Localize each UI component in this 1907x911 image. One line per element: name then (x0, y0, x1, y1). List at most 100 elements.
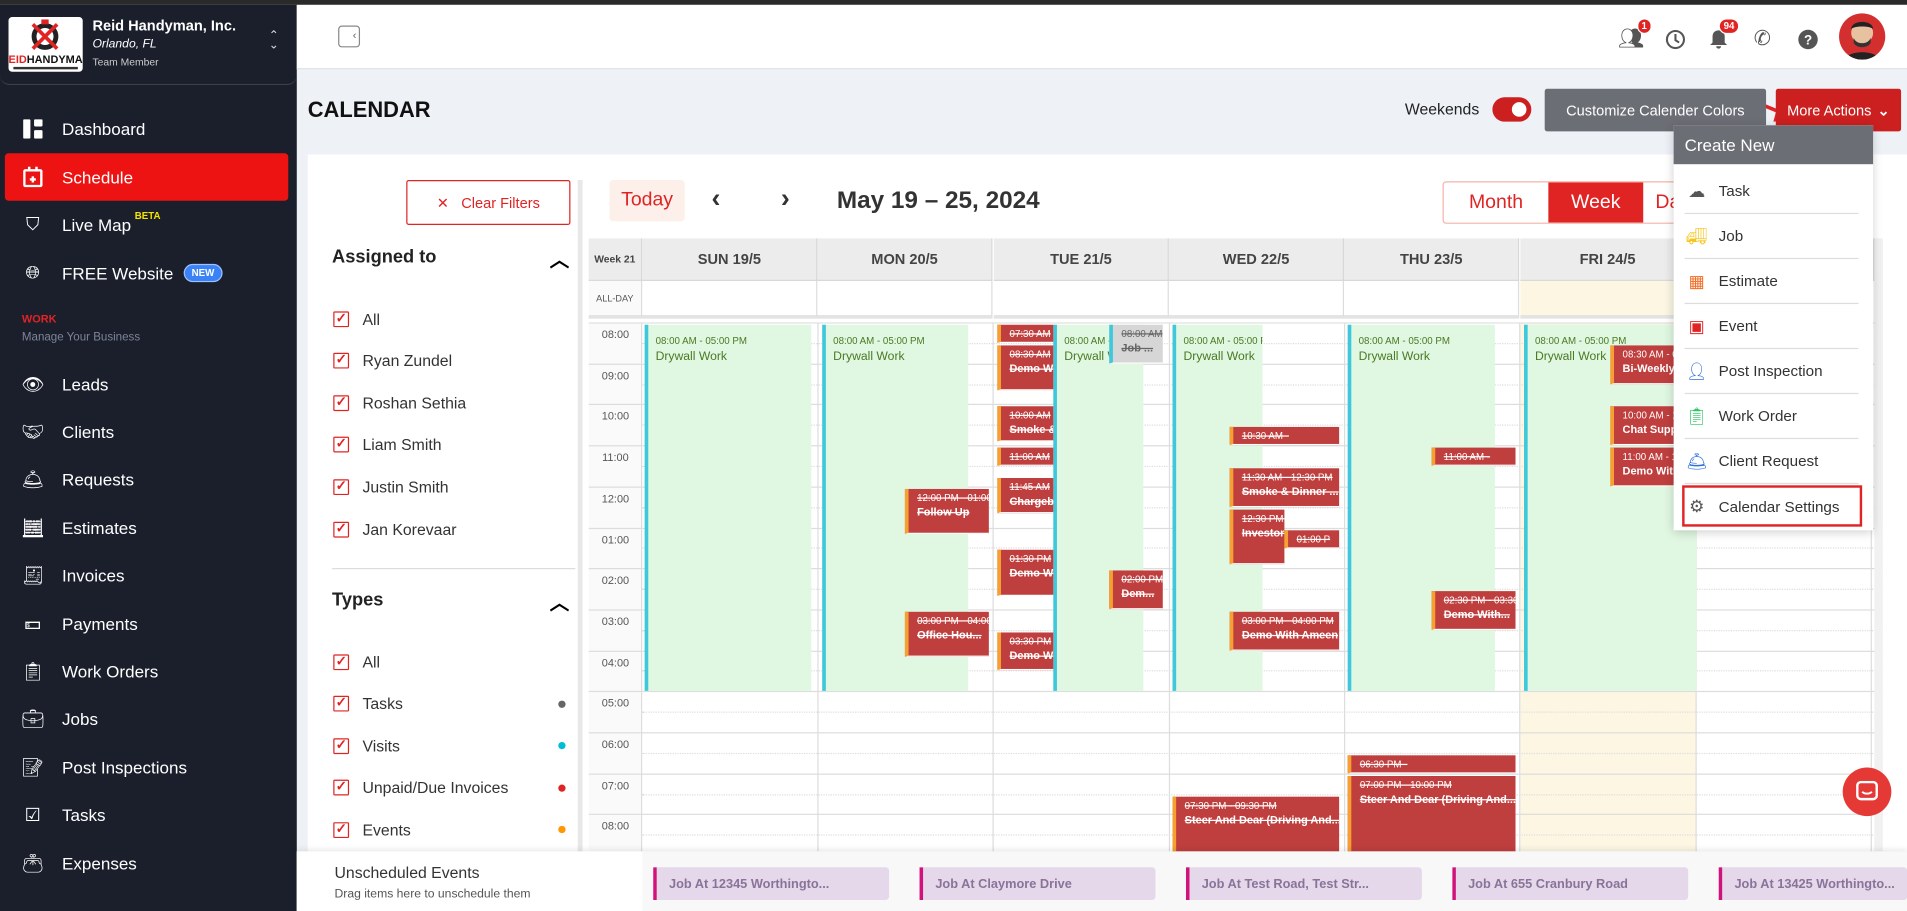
sidebar-item-work-orders[interactable]: 📋︎ Work Orders (5, 648, 288, 695)
day-header[interactable]: MON 20/5 (817, 238, 993, 281)
company-switcher[interactable]: REIDHANDYMAN Reid Handyman, Inc. Orlando… (0, 5, 297, 86)
sidebar-item-live-map[interactable]: ⛉ Live Map BETA (5, 201, 288, 248)
checkbox-checked[interactable]: ✓ (333, 437, 350, 453)
clock-icon[interactable] (1661, 26, 1688, 53)
sidebar-item-leads[interactable]: 👁︎ Leads (5, 360, 288, 407)
checkbox-checked[interactable]: ✓ (333, 695, 350, 712)
checkbox-checked[interactable]: ✓ (333, 737, 350, 754)
calendar-event[interactable]: 07:00 PM - 10:00 PM Steer And Dear (Drivi… (1347, 775, 1516, 852)
calendar-event[interactable]: 10:00 AM Smoke & (997, 406, 1054, 442)
checkbox-checked[interactable]: ✓ (333, 653, 350, 670)
checkbox-checked[interactable]: ✓ (333, 310, 350, 327)
day-header[interactable]: SUN 19/5 (642, 238, 818, 281)
menu-item-work-order[interactable]: 📋︎ Work Order (1684, 394, 1859, 440)
sidebar-item-clients[interactable]: 🤝︎ Clients (5, 408, 288, 455)
visit-event[interactable]: 08:00 AM - 05:00 PMDrywall Work (644, 324, 812, 692)
unscheduled-item[interactable]: Job At 655 Cranbury Road (1452, 867, 1689, 901)
checkbox-checked[interactable]: ✓ (333, 394, 350, 411)
type-filter-item[interactable]: ✓ Tasks (333, 694, 576, 713)
calendar-event[interactable]: 08:00 AM Job ... (1109, 324, 1163, 364)
clear-filters-button[interactable]: ✕ Clear Filters (406, 180, 571, 226)
menu-item-client-request[interactable]: 🛎︎ Client Request (1684, 439, 1859, 485)
calendar-event[interactable]: 12:00 PM - 01:00 Follow Up (904, 488, 989, 535)
day-header[interactable]: WED 22/5 (1168, 238, 1345, 281)
calendar-event[interactable]: 12:30 PM - 02:00 PM Investor V (1229, 509, 1285, 565)
sidebar-item-schedule[interactable]: Schedule (4, 153, 289, 201)
filters-scrollbar[interactable] (577, 180, 583, 852)
sidebar-item-payments[interactable]: 💵︎ Payments (5, 600, 288, 647)
menu-item-job[interactable]: 🚚︎ Job (1684, 214, 1859, 260)
all-day-cell[interactable] (993, 280, 1170, 319)
sidebar-item-requests[interactable]: 🛎︎ Requests (5, 456, 288, 503)
all-day-cell[interactable] (642, 280, 818, 319)
sidebar-toggle-icon[interactable]: ‹ (338, 25, 361, 48)
calendar-event[interactable]: 11:30 AM - 12:30 PM Smoke & Dinner ... (1229, 468, 1340, 507)
calendar-event[interactable]: 03:00 PM - 04:00 PM Demo With Ameen (1229, 611, 1340, 651)
visit-event[interactable]: 08:00 AM - 05:00 PMDrywall Work (1053, 324, 1144, 692)
calendar-event[interactable]: 07:30 AM (997, 324, 1054, 343)
assigned-filter-item[interactable]: ✓ Justin Smith (333, 477, 576, 496)
sidebar-item-dashboard[interactable]: Dashboard (5, 105, 288, 152)
type-filter-item[interactable]: ✓ All (333, 652, 576, 671)
checkbox-checked[interactable]: ✓ (333, 780, 350, 796)
sidebar-item-tasks[interactable]: ☑︎ Tasks (5, 791, 288, 838)
assigned-filter-item[interactable]: ✓ All (333, 309, 576, 328)
menu-item-post-inspection[interactable]: 👤︎ Post Inspection (1684, 349, 1859, 395)
day-header[interactable]: TUE 21/5 (993, 238, 1170, 281)
sidebar-item-jobs[interactable]: 💼︎ Jobs (5, 695, 288, 742)
all-day-cell[interactable] (1344, 280, 1520, 319)
calendar-event[interactable]: 07:30 PM - 09:30 PM Steer And Dear (Drivi… (1172, 796, 1340, 852)
all-day-cell[interactable] (817, 280, 993, 319)
collapse-assigned-icon[interactable]: ︿ (550, 243, 569, 272)
calendar-event[interactable]: 11:00 AM - (1431, 447, 1516, 466)
checkbox-checked[interactable]: ✓ (333, 822, 350, 838)
menu-item-event[interactable]: ▣ Event (1684, 304, 1859, 350)
calendar-event[interactable]: 01:00 P (1284, 529, 1340, 548)
calendar-event[interactable]: 11:00 AM Meeting (997, 447, 1054, 466)
assigned-filter-item[interactable]: ✓ Liam Smith (333, 435, 576, 454)
sidebar-item-free-website[interactable]: 🌐︎ FREE Website NEW (5, 249, 288, 296)
weekends-toggle[interactable] (1492, 97, 1532, 122)
menu-item-estimate[interactable]: ▦ Estimate (1684, 259, 1859, 305)
help-icon[interactable]: ? (1794, 26, 1821, 53)
sidebar-item-estimates[interactable]: 🧮︎ Estimates (5, 504, 288, 551)
phone-icon[interactable]: ✆ (1749, 26, 1776, 53)
checkbox-checked[interactable]: ✓ (333, 479, 350, 495)
next-week-button[interactable]: › (781, 182, 790, 214)
calendar-event[interactable]: 11:45 AMChargeback (997, 478, 1054, 514)
team-chat-icon[interactable]: 👥︎ 1 (1618, 18, 1652, 53)
calendar-event[interactable]: 03:00 PM - 04:00 Office Hou... (904, 611, 989, 658)
calendar-event[interactable]: 03:30 PM Demo Wi (997, 632, 1054, 671)
checkbox-checked[interactable]: ✓ (333, 521, 350, 537)
calendar-event[interactable]: 10:30 AM - (1229, 427, 1340, 446)
user-avatar[interactable] (1839, 13, 1886, 60)
type-filter-item[interactable]: ✓ Events (333, 820, 576, 839)
all-day-cell[interactable] (1168, 280, 1345, 319)
assigned-filter-item[interactable]: ✓ Jan Korevaar (333, 519, 576, 538)
view-month-button[interactable]: Month (1444, 182, 1549, 222)
sidebar-item-expenses[interactable]: 👛︎ Expenses (5, 839, 288, 886)
chevron-up-down-icon[interactable]: ⌃ ⌄ (269, 30, 279, 52)
calendar-event[interactable]: 01:30 PM Demo Wi (997, 550, 1054, 596)
assigned-filter-item[interactable]: ✓ Roshan Sethia (333, 393, 576, 412)
grid-scrollbar[interactable] (1874, 238, 1883, 852)
unscheduled-item[interactable]: Job At Test Road, Test Str... (1185, 867, 1422, 901)
collapse-types-icon[interactable]: ︿ (550, 586, 569, 615)
calendar-event[interactable]: 06:30 PM - (1347, 755, 1516, 774)
prev-week-button[interactable]: ‹ (712, 182, 721, 214)
sidebar-item-invoices[interactable]: 🧾︎ Invoices (5, 552, 288, 599)
day-header[interactable]: THU 23/5 (1344, 238, 1520, 281)
assigned-filter-item[interactable]: ✓ Ryan Zundel (333, 351, 576, 370)
chat-widget-button[interactable] (1842, 767, 1892, 817)
view-week-button[interactable]: Week (1548, 182, 1644, 223)
calendar-event[interactable]: 02:00 PM Dem... (1109, 570, 1163, 610)
menu-item-task[interactable]: ☁︎ Task (1684, 169, 1859, 215)
unscheduled-item[interactable]: Job At Claymore Drive (919, 867, 1156, 901)
unscheduled-item[interactable]: Job At 13425 Worthingto... (1718, 867, 1907, 901)
all-day-cell[interactable] (1520, 280, 1696, 319)
sidebar-item-post-inspections[interactable]: 📝︎ Post Inspections (5, 743, 288, 790)
calendar-event[interactable]: 02:30 PM - 03:30 Demo With... (1431, 591, 1516, 630)
day-header[interactable]: FRI 24/5 (1520, 238, 1696, 281)
type-filter-item[interactable]: ✓ Unpaid/Due Invoices (333, 778, 576, 797)
checkbox-checked[interactable]: ✓ (333, 352, 350, 369)
